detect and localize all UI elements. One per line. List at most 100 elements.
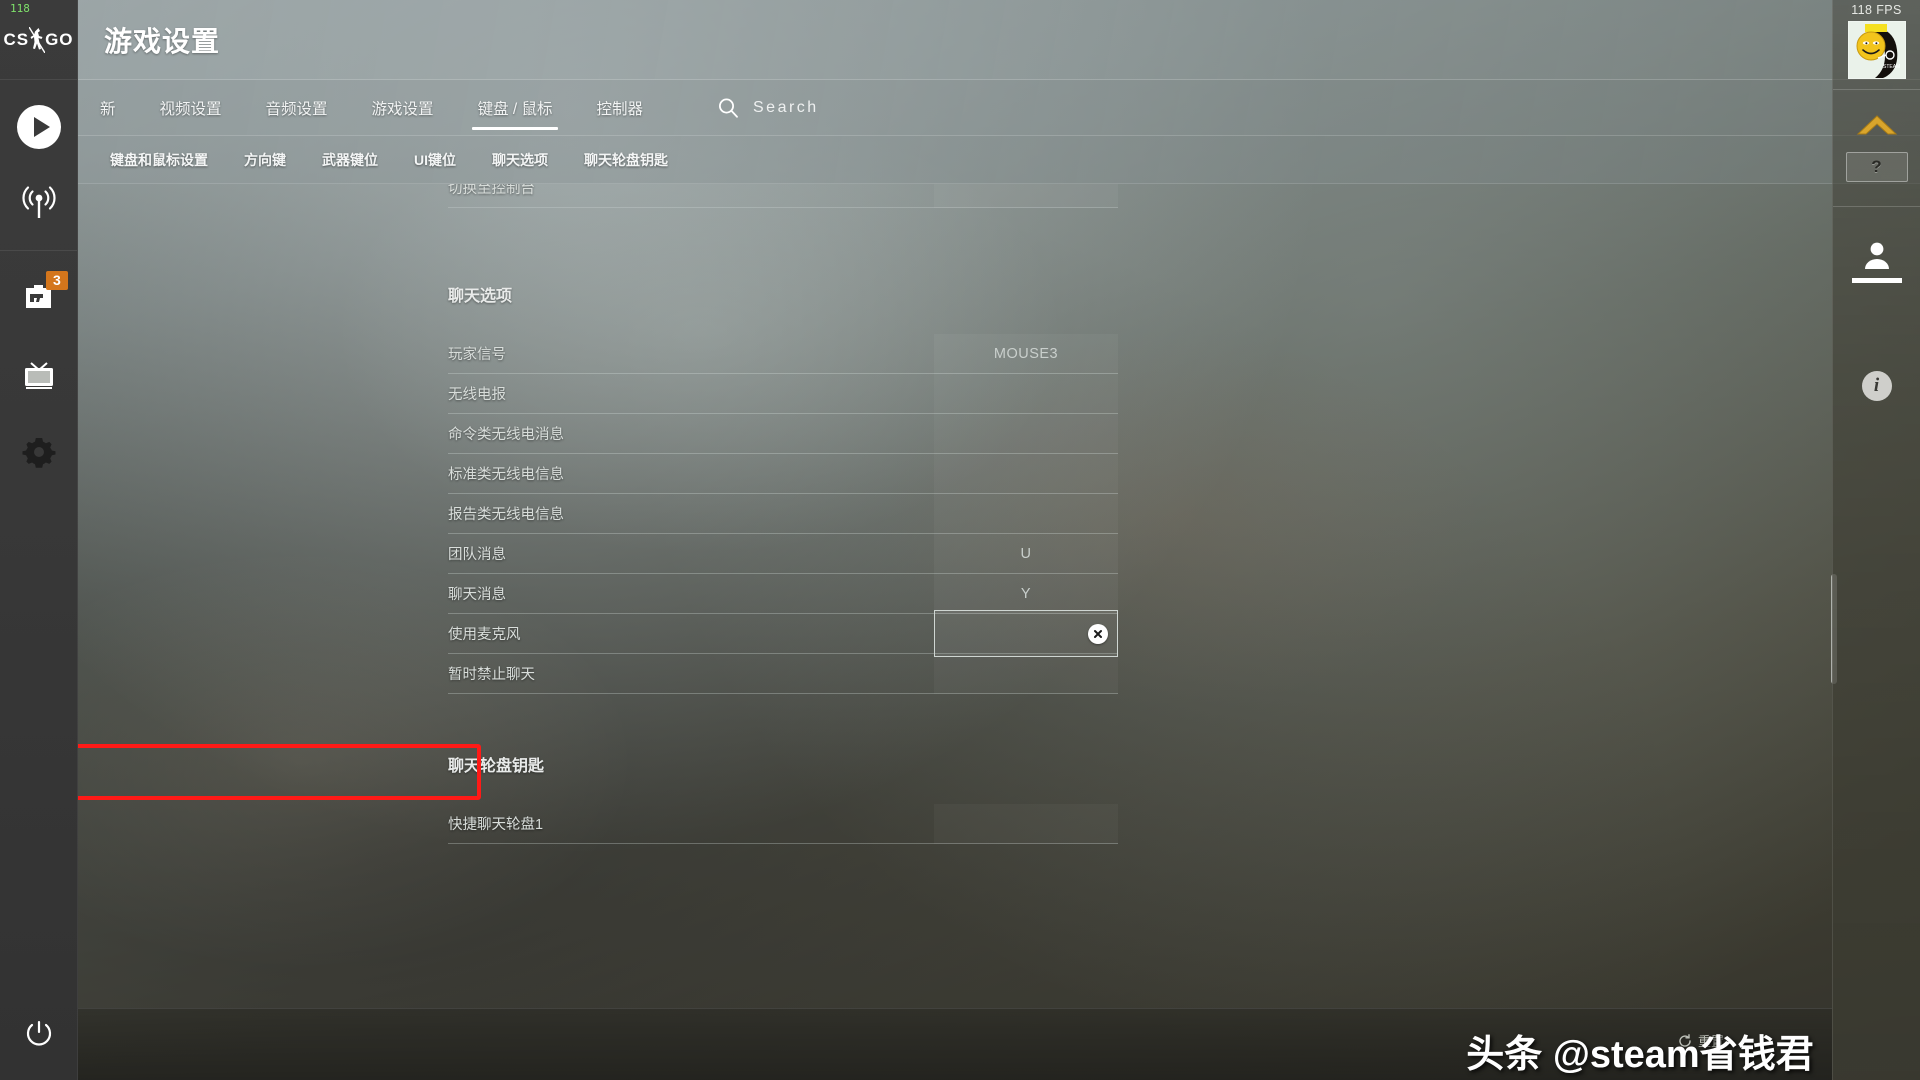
section-title-1: 聊天轮盘钥匙 <box>448 758 545 775</box>
section-title-0: 聊天选项 <box>448 288 513 305</box>
setting-row-value[interactable] <box>934 454 1118 494</box>
tabs-container: 新视频设置 音频设置 游戏设置 键盘 / 鼠标 控制器 <box>78 80 665 135</box>
tab-5[interactable]: 控制器 <box>574 80 665 135</box>
rail-item-settings[interactable] <box>0 413 77 491</box>
setting-row[interactable]: 快捷聊天轮盘1 <box>448 804 1118 844</box>
sections-container: 聊天选项玩家信号 MOUSE3 无线电报命令类无线电消息 标准类无线电信息 报告类无线电… <box>448 224 1920 844</box>
setting-row-label: 暂时禁止聊天 <box>448 667 535 683</box>
tab-1[interactable]: 视频设置 <box>138 80 244 135</box>
setting-row-label: 快捷聊天轮盘1 <box>448 817 544 833</box>
subtab-5[interactable]: 聊天轮盘钥匙 <box>566 150 686 170</box>
right-rail: 118 FPS STEAM ? i <box>1832 0 1920 1080</box>
setting-row-value[interactable] <box>934 414 1118 454</box>
subtab-4[interactable]: 聊天选项 <box>474 150 566 170</box>
rail-item-inventory[interactable]: 3 <box>0 257 77 335</box>
info-button[interactable]: i <box>1833 283 1920 401</box>
rank-chevron-icon <box>1856 115 1897 135</box>
setting-row-value[interactable] <box>934 374 1118 414</box>
search-placeholder: Search <box>753 98 819 116</box>
left-navigation-rail: CS GO 3 <box>0 0 78 1080</box>
setting-row[interactable]: 报告类无线电信息 <box>448 494 1118 534</box>
settings-scroll-area: 切换至控制台 ` 聊天选项玩家信号 MOUSE3 无线电报命令类无线电消息 标准类无线… <box>78 184 1920 1080</box>
play-icon <box>16 105 61 149</box>
inventory-badge: 3 <box>46 271 68 290</box>
right-rail-divider-2 <box>1833 206 1920 207</box>
subtab-0[interactable]: 键盘和鼠标设置 <box>92 150 226 170</box>
rail-items: 3 <box>0 80 77 491</box>
setting-row[interactable]: 无线电报 <box>448 374 1118 414</box>
setting-row-label: 使用麦克风 <box>448 627 521 643</box>
setting-row[interactable]: 玩家信号 MOUSE3 <box>448 333 1118 374</box>
setting-row-value[interactable]: Y <box>934 573 1118 614</box>
setting-row-value[interactable]: U <box>934 533 1118 574</box>
bottom-bar: 重置 <box>78 1008 1832 1080</box>
gear-icon <box>21 438 55 468</box>
power-icon <box>26 1021 52 1046</box>
clear-icon[interactable] <box>1088 623 1108 644</box>
broadcast-icon <box>21 186 56 218</box>
avatar-wrapper[interactable]: STEAM <box>1833 21 1920 79</box>
setting-row-label: 报告类无线电信息 <box>448 507 564 523</box>
setting-row-label: 玩家信号 <box>448 347 506 363</box>
friends-active-underline <box>1851 278 1902 283</box>
setting-row[interactable]: 暂时禁止聊天 <box>448 654 1118 694</box>
reset-button[interactable]: 重置 <box>1678 1031 1724 1050</box>
rail-item-watch[interactable] <box>0 335 77 413</box>
subtabs-container: 键盘和鼠标设置 方向键 武器键位 UI键位 聊天选项 聊天轮盘钥匙 <box>78 150 686 170</box>
page-header: 游戏设置 <box>78 0 1920 80</box>
setting-row-value[interactable]: MOUSE3 <box>934 333 1118 374</box>
subtab-2[interactable]: 武器键位 <box>304 150 396 170</box>
partial-row-value: ` <box>934 184 1118 208</box>
reset-icon <box>1679 1033 1691 1047</box>
svg-text:STEAM: STEAM <box>1883 64 1900 70</box>
main-tab-bar: 新视频设置 音频设置 游戏设置 键盘 / 鼠标 控制器 Search <box>78 80 1920 136</box>
reset-label: 重置 <box>1697 1034 1724 1049</box>
settings-content: 切换至控制台 ` 聊天选项玩家信号 MOUSE3 无线电报命令类无线电消息 标准类无线… <box>78 184 1920 1080</box>
subtab-3[interactable]: UI键位 <box>396 150 474 170</box>
setting-row-label: 聊天消息 <box>448 587 506 603</box>
right-rail-divider-1 <box>1833 89 1920 90</box>
search-icon <box>719 98 738 118</box>
partial-row-label: 切换至控制台 <box>448 184 535 197</box>
rail-item-broadcast[interactable] <box>0 166 77 244</box>
setting-row-value[interactable] <box>934 654 1118 694</box>
sub-tab-bar: 键盘和鼠标设置 方向键 武器键位 UI键位 聊天选项 聊天轮盘钥匙 <box>78 136 1920 184</box>
setting-row-value[interactable] <box>934 804 1118 844</box>
setting-row[interactable]: 聊天消息 Y <box>448 573 1118 614</box>
setting-row-value[interactable] <box>934 494 1118 534</box>
setting-row[interactable]: 使用麦克风 <box>448 610 1118 657</box>
partial-setting-row[interactable]: 切换至控制台 ` <box>448 184 1920 224</box>
logo-text-cs: CS <box>3 29 30 49</box>
subtab-1[interactable]: 方向键 <box>226 150 304 170</box>
fps-corner-text: 118 <box>10 2 30 15</box>
friends-button[interactable] <box>1833 217 1920 283</box>
tab-0[interactable]: 新 <box>78 80 138 135</box>
csgo-soldier-icon <box>29 26 46 53</box>
steam-smiley-avatar-icon: STEAM <box>1848 22 1905 78</box>
tv-icon <box>24 362 53 389</box>
search-input[interactable]: Search <box>717 80 819 135</box>
setting-row-label: 命令类无线电消息 <box>448 427 564 443</box>
help-button[interactable]: ? <box>1845 152 1908 182</box>
person-icon <box>1864 242 1889 269</box>
rail-divider <box>0 250 77 251</box>
tab-4-active[interactable]: 键盘 / 鼠标 <box>456 80 575 135</box>
setting-row[interactable]: 团队消息 U <box>448 533 1118 574</box>
fps-counter: 118 FPS <box>1851 3 1902 17</box>
setting-row[interactable]: 命令类无线电消息 <box>448 414 1118 454</box>
tab-2[interactable]: 音频设置 <box>244 80 350 135</box>
logo-text-go: GO <box>45 29 74 49</box>
page-title: 游戏设置 <box>104 25 221 57</box>
app-root: 118 CS GO 3 游戏设置 新 视频设置 音频设置 游戏设置 键盘 / 鼠… <box>0 0 1920 1080</box>
rail-item-play[interactable] <box>0 88 77 166</box>
info-icon: i <box>1861 371 1892 401</box>
avatar[interactable]: STEAM <box>1847 21 1906 79</box>
tab-3[interactable]: 游戏设置 <box>350 80 456 135</box>
setting-row[interactable]: 标准类无线电信息 <box>448 454 1118 494</box>
close-x-icon <box>1094 629 1102 638</box>
rail-item-power[interactable] <box>0 1016 78 1050</box>
setting-row-label: 标准类无线电信息 <box>448 467 564 483</box>
keybind-input-active[interactable] <box>934 610 1118 657</box>
rank-badge[interactable] <box>1833 100 1920 152</box>
setting-row-label: 无线电报 <box>448 387 506 403</box>
